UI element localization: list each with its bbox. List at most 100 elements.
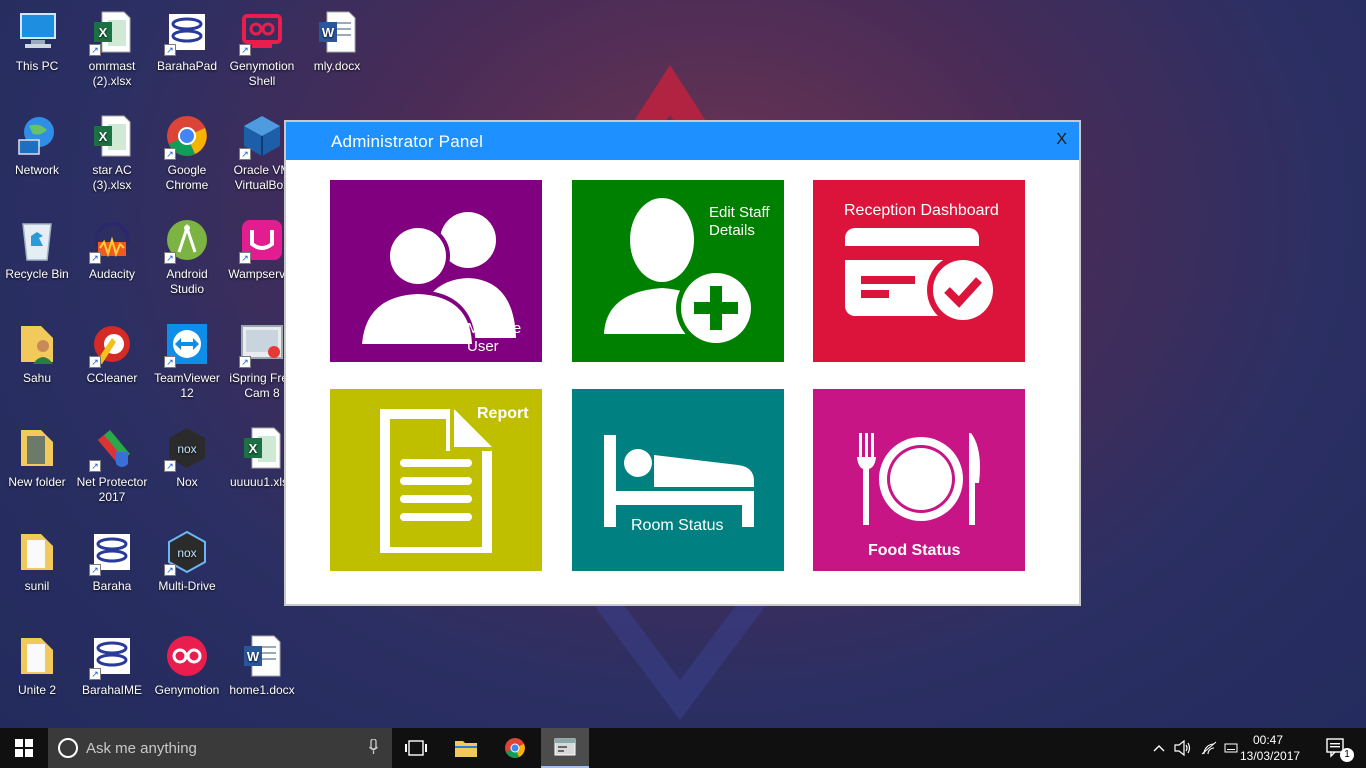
- clock-date: 13/03/2017: [1240, 749, 1301, 763]
- task-view-icon: [405, 740, 427, 756]
- svg-text:nox: nox: [177, 546, 196, 560]
- chrome-icon: [505, 738, 525, 758]
- speaker-icon: [1174, 740, 1191, 756]
- document-icon: [380, 409, 492, 553]
- shortcut-arrow-icon: ↗: [239, 252, 251, 264]
- wallpaper-logo-bottom: [590, 600, 770, 720]
- desktop-icon-ccleaner[interactable]: ↗ CCleaner: [75, 320, 149, 386]
- shortcut-arrow-icon: ↗: [239, 44, 251, 56]
- app-window-icon: [554, 738, 576, 756]
- close-button[interactable]: X: [1056, 131, 1067, 149]
- virtualbox-icon: ↗: [238, 112, 286, 160]
- shortcut-arrow-icon: ↗: [239, 148, 251, 160]
- excel-file-icon: X: [88, 112, 136, 160]
- svg-text:W: W: [247, 649, 260, 664]
- folder-icon: [13, 632, 61, 680]
- shortcut-arrow-icon: ↗: [89, 252, 101, 264]
- desktop-icon-teamviewer[interactable]: ↗ TeamViewer 12: [150, 320, 224, 401]
- shortcut-arrow-icon: ↗: [239, 356, 251, 368]
- nox-multidrive-icon: nox ↗: [163, 528, 211, 576]
- clock-time: 00:47: [1252, 733, 1284, 747]
- desktop-icon-mly-docx[interactable]: W mly.docx: [300, 8, 374, 74]
- desktop-icon-multi-drive[interactable]: nox ↗ Multi-Drive: [150, 528, 224, 594]
- shortcut-arrow-icon: ↗: [89, 564, 101, 576]
- shortcut-arrow-icon: ↗: [164, 356, 176, 368]
- baraha-icon: ↗: [88, 528, 136, 576]
- bed-icon: [604, 435, 754, 527]
- plate-cutlery-icon: [857, 433, 980, 525]
- svg-text:nox: nox: [177, 442, 196, 456]
- shortcut-arrow-icon: ↗: [89, 668, 101, 680]
- room-status-tile[interactable]: Room Status: [572, 389, 784, 571]
- folder-icon: [13, 424, 61, 472]
- recycle-bin-icon: [13, 216, 61, 264]
- desktop-icon-sunil[interactable]: sunil: [0, 528, 74, 594]
- desktop-icon-barahapad[interactable]: ↗ BarahaPad: [150, 8, 224, 74]
- desktop-icon-star-ac[interactable]: X star AC (3).xlsx: [75, 112, 149, 193]
- shortcut-arrow-icon: ↗: [89, 460, 101, 472]
- notification-badge: 1: [1340, 748, 1354, 762]
- search-placeholder: Ask me anything: [86, 739, 197, 757]
- manage-user-label: Manage User: [467, 320, 522, 355]
- chrome-taskbar-button[interactable]: [491, 728, 539, 768]
- svg-text:X: X: [99, 129, 108, 144]
- desktop-icon-android-studio[interactable]: ↗ Android Studio: [150, 216, 224, 297]
- shortcut-arrow-icon: ↗: [164, 148, 176, 160]
- report-tile[interactable]: Report: [330, 389, 542, 571]
- reception-dashboard-tile[interactable]: Reception Dashboard: [813, 180, 1025, 362]
- shortcut-arrow-icon: ↗: [164, 460, 176, 472]
- food-status-tile[interactable]: Food Status: [813, 389, 1025, 571]
- desktop-icon-net-protector[interactable]: ↗ Net Protector 2017: [75, 424, 149, 505]
- microphone-icon[interactable]: [369, 739, 378, 755]
- reception-dashboard-label: Reception Dashboard: [844, 202, 999, 219]
- admin-panel-titlebar[interactable]: Administrator Panel X: [286, 122, 1079, 160]
- windows-logo-icon: [15, 739, 33, 757]
- baraha-icon: ↗: [88, 632, 136, 680]
- this-pc-icon: [13, 8, 61, 56]
- desktop-icon-barahaime[interactable]: ↗ BarahaIME: [75, 632, 149, 698]
- show-hidden-icons-button[interactable]: [1150, 728, 1168, 768]
- start-button[interactable]: [0, 728, 48, 768]
- chevron-up-icon: [1153, 745, 1165, 752]
- action-center-button[interactable]: 1: [1318, 728, 1358, 768]
- excel-file-icon: X: [238, 424, 286, 472]
- food-status-label: Food Status: [868, 542, 961, 559]
- file-explorer-button[interactable]: [442, 728, 490, 768]
- desktop-icon-omrmast[interactable]: X ↗ omrmast (2).xlsx: [75, 8, 149, 89]
- shortcut-arrow-icon: ↗: [164, 564, 176, 576]
- desktop-icon-google-chrome[interactable]: ↗ Google Chrome: [150, 112, 224, 193]
- desktop-icon-recycle-bin[interactable]: Recycle Bin: [0, 216, 74, 282]
- file-explorer-icon: [455, 741, 477, 757]
- wifi-icon: [1201, 741, 1217, 755]
- manage-user-tile[interactable]: Manage User: [330, 180, 542, 362]
- desktop-icon-genymotion-shell[interactable]: ↗ Genymotion Shell: [225, 8, 299, 89]
- desktop-icon-this-pc[interactable]: This PC: [0, 8, 74, 74]
- keyboard-icon: [1224, 743, 1238, 753]
- svg-text:X: X: [249, 441, 258, 456]
- excel-file-icon: X ↗: [88, 8, 136, 56]
- desktop-icon-unite-2[interactable]: Unite 2: [0, 632, 74, 698]
- word-file-icon: W: [238, 632, 286, 680]
- admin-panel-title: Administrator Panel: [331, 132, 484, 151]
- desktop-icon-baraha[interactable]: ↗ Baraha: [75, 528, 149, 594]
- desktop-icon-nox[interactable]: nox ↗ Nox: [150, 424, 224, 490]
- admin-panel-taskbar-button[interactable]: [541, 728, 589, 768]
- volume-button[interactable]: [1172, 728, 1194, 768]
- net-protector-icon: ↗: [88, 424, 136, 472]
- desktop-icon-genymotion[interactable]: Genymotion: [150, 632, 224, 698]
- task-view-button[interactable]: [392, 728, 440, 768]
- desktop-icon-audacity[interactable]: ↗ Audacity: [75, 216, 149, 282]
- desktop-icon-home1[interactable]: W home1.docx: [225, 632, 299, 698]
- ispring-icon: ↗: [238, 320, 286, 368]
- wampserver-icon: ↗: [238, 216, 286, 264]
- desktop-icon-sahu[interactable]: Sahu: [0, 320, 74, 386]
- shortcut-arrow-icon: ↗: [164, 44, 176, 56]
- desktop-icon-new-folder[interactable]: New folder: [0, 424, 74, 490]
- baraha-icon: ↗: [163, 8, 211, 56]
- desktop-icon-network[interactable]: Network: [0, 112, 74, 178]
- search-input[interactable]: Ask me anything: [48, 728, 392, 768]
- edit-staff-details-tile[interactable]: Edit Staff Details: [572, 180, 784, 362]
- input-indicator-button[interactable]: [1222, 728, 1240, 768]
- network-status-button[interactable]: [1198, 728, 1220, 768]
- system-clock[interactable]: 00:47 13/03/2017: [1240, 732, 1301, 764]
